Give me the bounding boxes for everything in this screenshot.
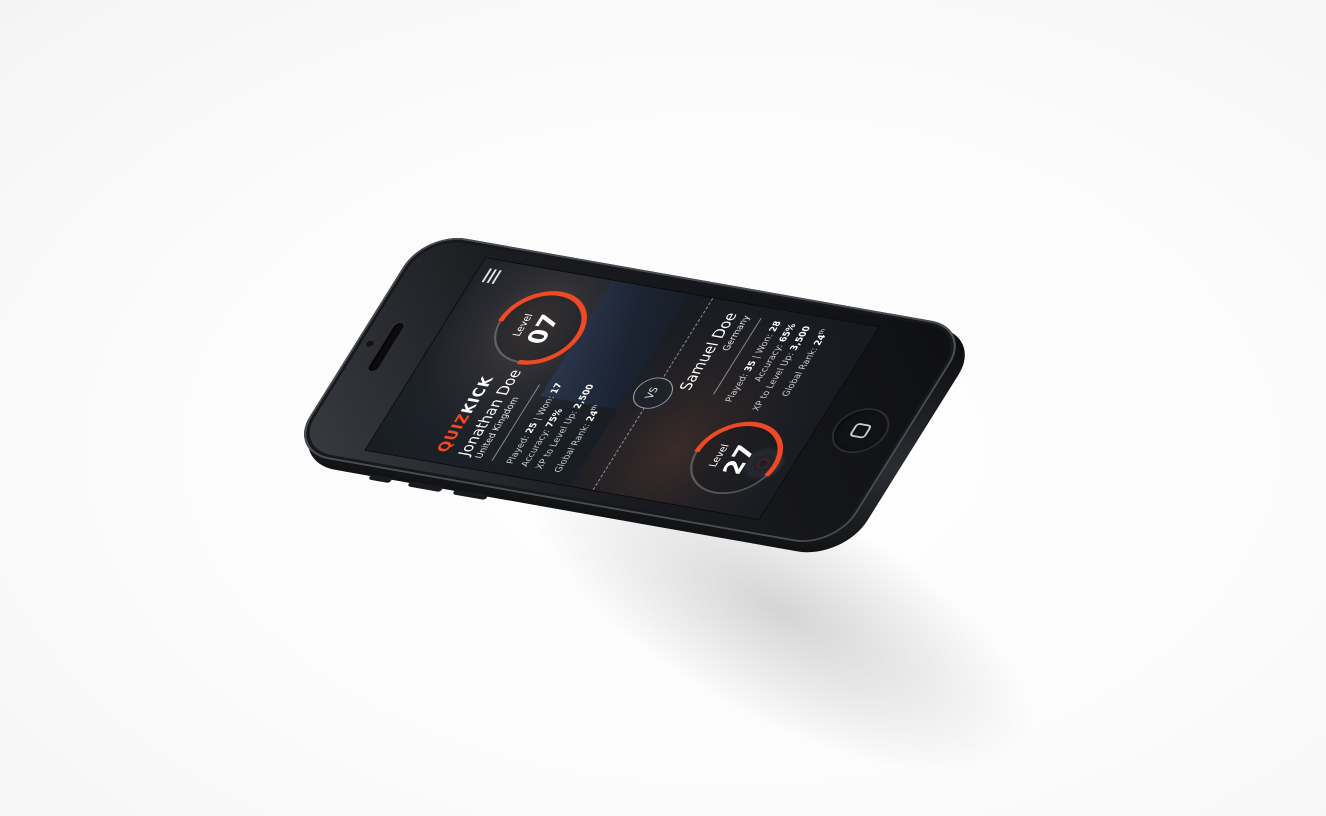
rank-value: 24 bbox=[584, 410, 602, 423]
rank-value: 24 bbox=[812, 334, 829, 347]
home-button-icon bbox=[848, 422, 873, 439]
won-value: 17 bbox=[548, 382, 566, 395]
scene: QUIZKICK Jonathan Doe United Kingdom Pla… bbox=[0, 0, 1326, 816]
rank-suffix: th bbox=[817, 328, 828, 335]
phone-device: QUIZKICK Jonathan Doe United Kingdom Pla… bbox=[287, 231, 984, 560]
